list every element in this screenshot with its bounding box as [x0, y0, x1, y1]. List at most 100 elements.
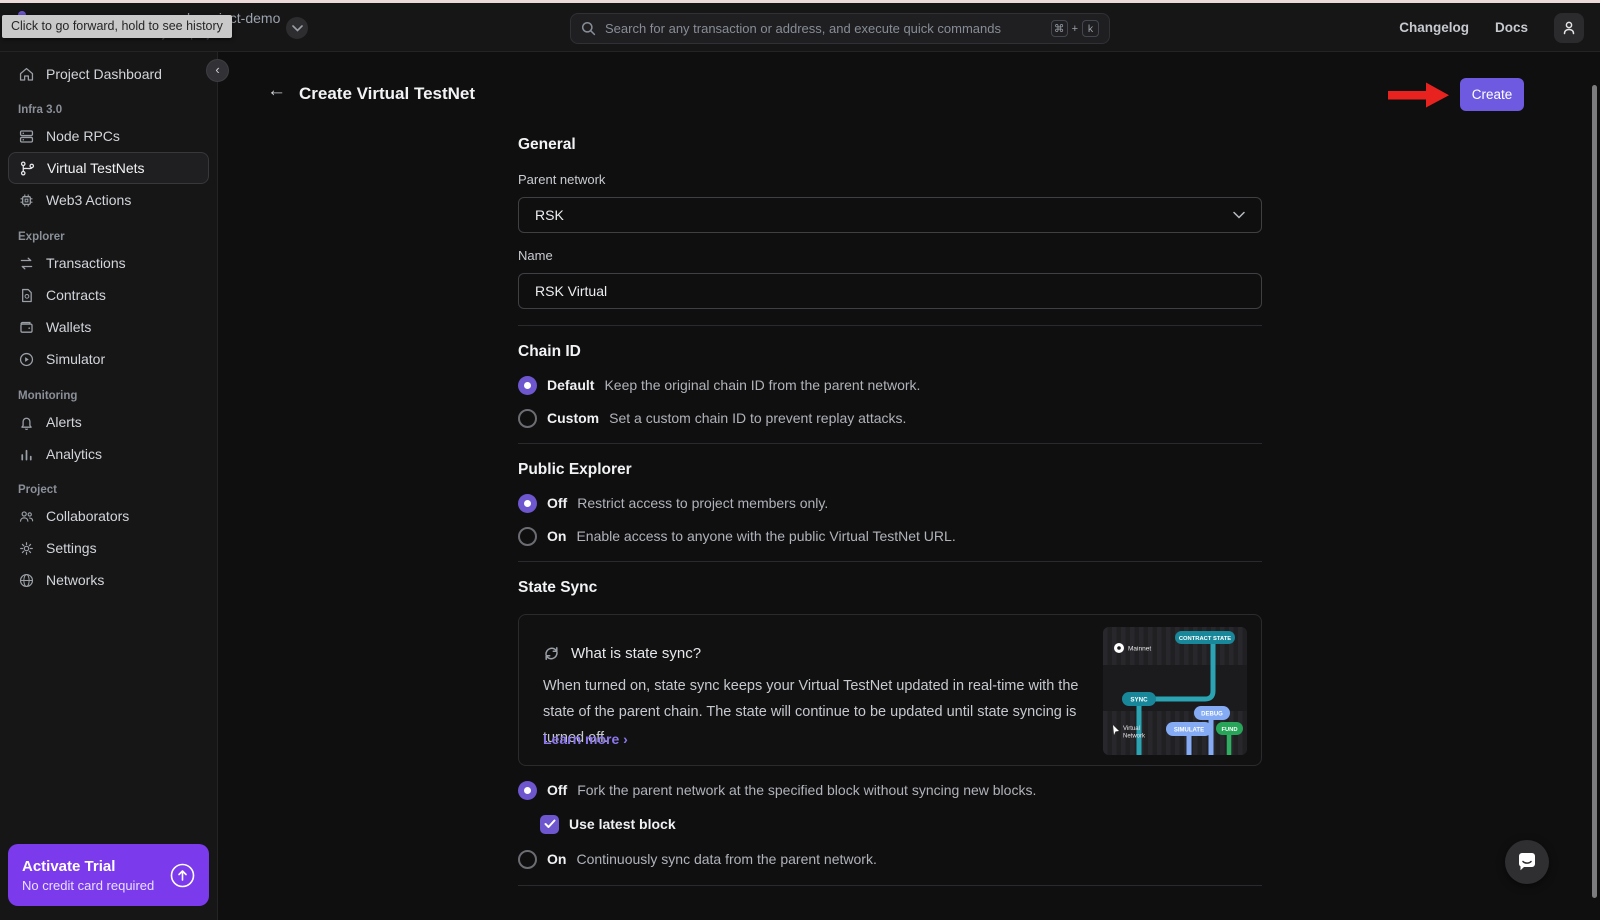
bar-chart-icon	[18, 446, 35, 463]
svg-text:DEBUG: DEBUG	[1201, 712, 1223, 718]
checkbox-checked[interactable]	[540, 815, 559, 834]
svg-text:FUND: FUND	[1221, 727, 1237, 733]
search-icon	[581, 21, 596, 36]
bell-icon	[18, 414, 35, 431]
sidebar-item-label: Analytics	[46, 446, 102, 462]
sidebar-item-simulator[interactable]: Simulator	[0, 343, 217, 375]
sidebar-item-collaborators[interactable]: Collaborators	[0, 500, 217, 532]
sidebar-group-title: Project	[18, 484, 217, 496]
sidebar-item-project-dashboard[interactable]: Project Dashboard	[0, 58, 217, 90]
section-heading-state-sync: State Sync	[518, 578, 1262, 597]
wallet-icon	[18, 319, 35, 336]
use-latest-block-checkbox-row[interactable]: Use latest block	[540, 812, 1262, 836]
sidebar-item-label: Settings	[46, 540, 97, 556]
gear-icon	[18, 540, 35, 557]
sidebar-item-web3-actions[interactable]: Web3 Actions	[0, 184, 217, 216]
people-icon	[18, 508, 35, 525]
docs-link[interactable]: Docs	[1495, 20, 1528, 35]
state-sync-illustration: CONTRACT STATE SYNC SIMULATE DEBUG FUND …	[1103, 627, 1247, 755]
sidebar-item-virtual-testnets[interactable]: Virtual TestNets	[8, 152, 209, 184]
sidebar-item-contracts[interactable]: Contracts	[0, 279, 217, 311]
name-input-value: RSK Virtual	[535, 283, 607, 299]
learn-more-link[interactable]: Learn more ›	[543, 731, 628, 747]
section-divider	[518, 885, 1262, 886]
sidebar-item-label: Transactions	[46, 255, 126, 271]
server-icon	[18, 128, 35, 145]
annotation-arrow-icon	[1388, 82, 1450, 108]
changelog-link[interactable]: Changelog	[1399, 20, 1469, 35]
checkmark-icon	[544, 819, 556, 829]
chevron-down-icon	[292, 25, 303, 32]
section-heading-chain-id: Chain ID	[518, 342, 1262, 361]
sidebar-item-networks[interactable]: Networks	[0, 564, 217, 596]
sidebar-group-title: Explorer	[18, 231, 217, 243]
section-heading-general: General	[518, 135, 1262, 154]
branch-icon	[19, 160, 36, 177]
chip-icon	[18, 192, 35, 209]
radio-option-explorer-off[interactable]: Off Restrict access to project members o…	[518, 492, 1262, 514]
chat-launcher[interactable]	[1505, 840, 1549, 884]
chevron-right-icon: ›	[623, 731, 628, 747]
parent-network-value: RSK	[535, 207, 1233, 223]
search-placeholder: Search for any transaction or address, a…	[605, 21, 1051, 36]
sidebar-item-label: Collaborators	[46, 508, 129, 524]
sidebar-item-node-rpcs[interactable]: Node RPCs	[0, 120, 217, 152]
section-divider	[518, 561, 1262, 562]
sidebar-item-transactions[interactable]: Transactions	[0, 247, 217, 279]
sidebar-item-label: Node RPCs	[46, 128, 120, 144]
account-button[interactable]	[1554, 13, 1584, 43]
svg-text:CONTRACT STATE: CONTRACT STATE	[1179, 636, 1231, 642]
parent-network-label: Parent network	[518, 172, 1262, 188]
radio-button[interactable]	[518, 781, 537, 800]
main-content: ← Create Virtual TestNet Create General …	[219, 52, 1600, 920]
search-bar[interactable]: Search for any transaction or address, a…	[570, 13, 1110, 44]
section-divider	[518, 325, 1262, 326]
create-testnet-form: General Parent network RSK Name RSK Virt…	[518, 135, 1262, 886]
svg-text:Network: Network	[1123, 734, 1146, 740]
history-tooltip: Click to go forward, hold to see history	[2, 15, 232, 38]
radio-option-default[interactable]: Default Keep the original chain ID from …	[518, 374, 1262, 396]
swap-arrows-icon	[18, 255, 35, 272]
radio-option-sync-off[interactable]: Off Fork the parent network at the speci…	[518, 779, 1262, 801]
cmd-key-icon: ⌘	[1051, 20, 1068, 37]
radio-button[interactable]	[518, 409, 537, 428]
radio-button[interactable]	[518, 494, 537, 513]
radio-option-explorer-on[interactable]: On Enable access to anyone with the publ…	[518, 525, 1262, 547]
radio-option-sync-on[interactable]: On Continuously sync data from the paren…	[518, 848, 1262, 870]
home-icon	[18, 66, 35, 83]
activate-trial-banner[interactable]: Activate Trial No credit card required	[8, 844, 209, 906]
name-label: Name	[518, 248, 1262, 264]
play-circle-icon	[18, 351, 35, 368]
back-button[interactable]: ←	[267, 80, 286, 102]
svg-text:SIMULATE: SIMULATE	[1174, 728, 1204, 734]
project-chevron-button[interactable]	[286, 17, 308, 39]
document-icon	[18, 287, 35, 304]
sidebar-item-wallets[interactable]: Wallets	[0, 311, 217, 343]
sidebar-item-label: Contracts	[46, 287, 106, 303]
sidebar-group-title: Infra 3.0	[18, 104, 217, 116]
create-button[interactable]: Create	[1460, 78, 1524, 111]
sidebar-item-label: Alerts	[46, 414, 82, 430]
parent-network-select[interactable]: RSK	[518, 197, 1262, 233]
radio-button[interactable]	[518, 527, 537, 546]
radio-button[interactable]	[518, 850, 537, 869]
sidebar-item-alerts[interactable]: Alerts	[0, 406, 217, 438]
sidebar-item-label: Project Dashboard	[46, 66, 162, 82]
card-title: What is state sync?	[571, 645, 701, 662]
svg-text:Mainnet: Mainnet	[1128, 646, 1151, 653]
sidebar-group-title: Monitoring	[18, 390, 217, 402]
scrollbar-thumb[interactable]	[1592, 85, 1597, 898]
state-sync-info-card: What is state sync? When turned on, stat…	[518, 614, 1262, 766]
page-title: Create Virtual TestNet	[299, 84, 475, 104]
radio-button[interactable]	[518, 376, 537, 395]
sidebar-item-label: Simulator	[46, 351, 105, 367]
chevron-down-icon	[1233, 211, 1245, 219]
radio-option-custom[interactable]: Custom Set a custom chain ID to prevent …	[518, 407, 1262, 429]
shortcut-plus: +	[1072, 23, 1078, 35]
section-divider	[518, 443, 1262, 444]
sidebar-item-analytics[interactable]: Analytics	[0, 438, 217, 470]
name-input[interactable]: RSK Virtual	[518, 273, 1262, 309]
topbar: my-rsk-project-demo my-rsk-project Click…	[0, 3, 1600, 52]
sidebar-collapse-button[interactable]: ‹	[206, 59, 229, 82]
sidebar-item-settings[interactable]: Settings	[0, 532, 217, 564]
